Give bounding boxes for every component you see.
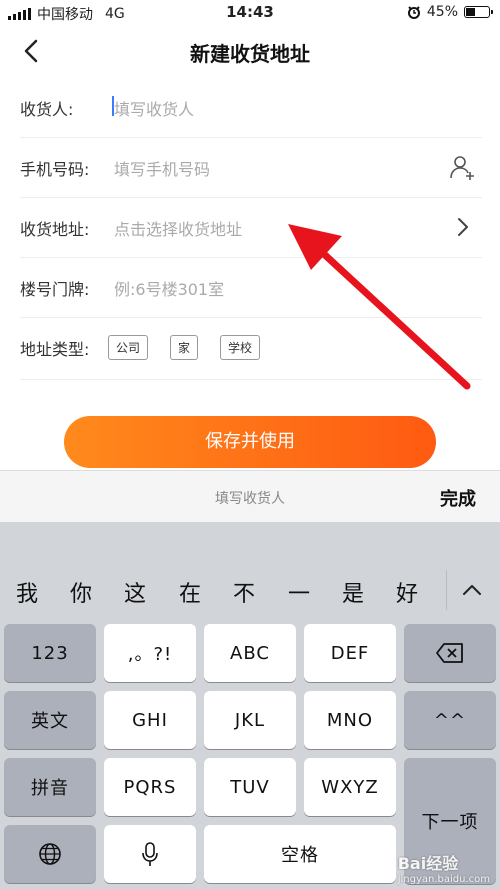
candidate-word[interactable]: 好 bbox=[396, 576, 418, 608]
wxyz-key[interactable]: WXYZ bbox=[304, 758, 396, 816]
watermark: Bai经验 jingyan.baidu.com bbox=[398, 850, 490, 885]
watermark-brand: Bai经验 bbox=[397, 854, 459, 873]
candidate-bar: 我 你 这 在 不 一 是 好 bbox=[0, 522, 500, 618]
pinyin-key[interactable]: 拼音 bbox=[4, 758, 96, 816]
candidate-word[interactable]: 这 bbox=[124, 576, 146, 608]
done-button[interactable]: 完成 bbox=[440, 485, 476, 511]
globe-key[interactable] bbox=[4, 825, 96, 883]
microphone-key[interactable] bbox=[104, 825, 196, 883]
space-key[interactable]: 空格 bbox=[204, 825, 396, 883]
alarm-icon bbox=[407, 6, 420, 19]
building-label: 楼号门牌: bbox=[20, 280, 90, 299]
recipient-label: 收货人: bbox=[20, 100, 74, 119]
candidate-word[interactable]: 是 bbox=[342, 576, 364, 608]
type-option-home[interactable]: 家 bbox=[170, 335, 199, 360]
battery-percent: 45% bbox=[426, 4, 458, 20]
building-row[interactable]: 楼号门牌: 例:6号楼301室 bbox=[20, 258, 482, 318]
add-contact-icon[interactable] bbox=[448, 152, 478, 182]
phone-label: 手机号码: bbox=[20, 160, 90, 179]
candidate-divider bbox=[446, 570, 447, 610]
type-option-school[interactable]: 学校 bbox=[220, 335, 261, 360]
candidate-word[interactable]: 一 bbox=[288, 576, 310, 608]
punctuation-key[interactable]: ,。?! bbox=[104, 624, 196, 682]
recipient-row[interactable]: 收货人: 填写收货人 bbox=[20, 78, 482, 138]
mno-key[interactable]: MNO bbox=[304, 691, 396, 749]
candidate-word[interactable]: 在 bbox=[179, 576, 201, 608]
numbers-key[interactable]: 123 bbox=[4, 624, 96, 682]
globe-icon bbox=[39, 843, 61, 865]
input-accessory-bar: 填写收货人 完成 bbox=[0, 470, 500, 522]
keyboard: 我 你 这 在 不 一 是 好 123 ,。?! ABC DEF 英文 GHI … bbox=[0, 522, 500, 889]
building-input[interactable]: 例:6号楼301室 bbox=[114, 276, 224, 300]
address-label: 收货地址: bbox=[20, 220, 90, 239]
address-row[interactable]: 收货地址: 点击选择收货地址 bbox=[20, 198, 482, 258]
jkl-key[interactable]: JKL bbox=[204, 691, 296, 749]
pqrs-key[interactable]: PQRS bbox=[104, 758, 196, 816]
type-option-company[interactable]: 公司 bbox=[108, 335, 149, 360]
accessory-placeholder: 填写收货人 bbox=[215, 491, 285, 507]
backspace-icon bbox=[436, 643, 463, 663]
candidate-word[interactable]: 我 bbox=[16, 576, 38, 608]
emoticon-key[interactable]: ^^ bbox=[404, 691, 496, 749]
nav-bar: 新建收货地址 bbox=[0, 26, 500, 78]
address-select[interactable]: 点击选择收货地址 bbox=[114, 216, 242, 240]
abc-key[interactable]: ABC bbox=[204, 624, 296, 682]
candidate-word[interactable]: 你 bbox=[70, 576, 92, 608]
phone-row[interactable]: 手机号码: 填写手机号码 bbox=[20, 138, 482, 198]
battery-icon bbox=[464, 6, 493, 18]
recipient-input[interactable]: 填写收货人 bbox=[114, 96, 194, 120]
address-type-label: 地址类型: bbox=[20, 340, 90, 359]
chevron-right-icon[interactable] bbox=[448, 212, 478, 242]
expand-candidates-icon[interactable] bbox=[458, 576, 486, 604]
ghi-key[interactable]: GHI bbox=[104, 691, 196, 749]
page-title: 新建收货地址 bbox=[190, 42, 310, 66]
candidate-word[interactable]: 不 bbox=[233, 576, 255, 608]
watermark-url: jingyan.baidu.com bbox=[397, 874, 490, 885]
save-and-use-button[interactable]: 保存并使用 bbox=[64, 416, 436, 468]
status-bar: 中国移动 4G 14:43 45% bbox=[0, 0, 500, 26]
english-key[interactable]: 英文 bbox=[4, 691, 96, 749]
microphone-icon bbox=[142, 842, 158, 866]
tuv-key[interactable]: TUV bbox=[204, 758, 296, 816]
delete-key[interactable] bbox=[404, 624, 496, 682]
phone-input[interactable]: 填写手机号码 bbox=[114, 156, 210, 180]
def-key[interactable]: DEF bbox=[304, 624, 396, 682]
address-type-row: 地址类型: 公司 家 学校 bbox=[20, 318, 482, 380]
